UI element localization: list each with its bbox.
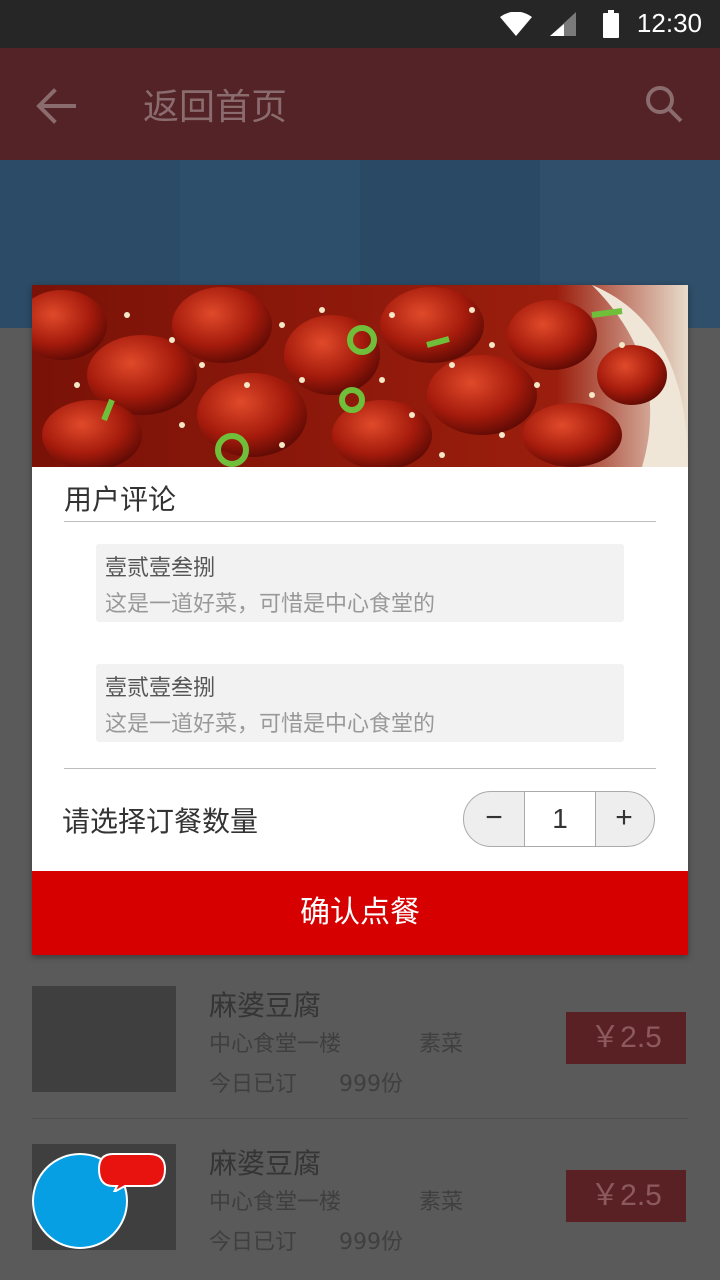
comment-item: 壹贰壹叁捌 这是一道好菜，可惜是中心食堂的	[96, 664, 624, 742]
status-bar: 12:30	[0, 0, 720, 48]
comment-author: 壹贰壹叁捌	[105, 676, 216, 701]
price-button[interactable]: ￥2.5	[566, 1170, 686, 1222]
dish-thumbnail	[32, 986, 176, 1092]
divider	[64, 521, 656, 522]
today-ordered-label: 今日已订	[209, 1230, 298, 1255]
dish-photo	[32, 285, 688, 467]
quantity-label: 请选择订餐数量	[62, 805, 259, 838]
dish-tag: 素菜	[419, 1190, 464, 1215]
order-count: 999份	[339, 1230, 403, 1255]
increment-button[interactable]: +	[594, 792, 654, 846]
order-count: 999份	[339, 1072, 403, 1097]
clock: 12:30	[636, 8, 702, 38]
comment-text: 这是一道好菜，可惜是中心食堂的	[105, 592, 436, 617]
comment-author: 壹贰壹叁捌	[105, 556, 216, 581]
dish-name: 麻婆豆腐	[209, 1147, 322, 1180]
quantity-stepper: − 1 +	[463, 791, 655, 847]
quantity-value[interactable]: 1	[524, 792, 596, 846]
app-bar: 返回首页	[0, 48, 720, 160]
comment-item: 壹贰壹叁捌 这是一道好菜，可惜是中心食堂的	[96, 544, 624, 622]
confirm-order-button[interactable]: 确认点餐	[32, 871, 688, 955]
signal-icon	[550, 12, 576, 36]
price-button[interactable]: ￥2.5	[566, 1012, 686, 1064]
chat-bubble-icon	[97, 1153, 167, 1192]
dish-name: 麻婆豆腐	[209, 989, 322, 1022]
battery-icon	[603, 10, 619, 38]
dish-location: 中心食堂一楼	[209, 1190, 342, 1215]
comment-text: 这是一道好菜，可惜是中心食堂的	[105, 712, 436, 737]
divider	[64, 768, 656, 769]
divider	[32, 1118, 688, 1119]
order-dialog: 用户评论 壹贰壹叁捌 这是一道好菜，可惜是中心食堂的 壹贰壹叁捌 这是一道好菜，…	[32, 285, 688, 955]
comments-section-title: 用户评论	[64, 483, 177, 516]
dish-location: 中心食堂一楼	[209, 1032, 342, 1057]
list-item[interactable]: 麻婆豆腐 中心食堂一楼 素菜 今日已订 999份 ￥2.5	[32, 986, 688, 1110]
decrement-button[interactable]: −	[464, 792, 524, 846]
search-icon[interactable]	[644, 84, 684, 124]
wifi-icon	[500, 12, 532, 36]
page-title[interactable]: 返回首页	[143, 78, 287, 130]
back-arrow-icon[interactable]	[36, 88, 76, 124]
dish-tag: 素菜	[419, 1032, 464, 1057]
today-ordered-label: 今日已订	[209, 1072, 298, 1097]
